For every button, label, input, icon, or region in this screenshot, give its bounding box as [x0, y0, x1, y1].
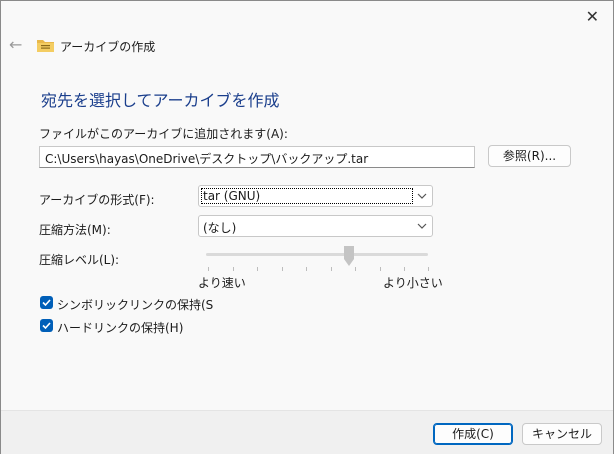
archive-folder-icon	[37, 40, 54, 52]
slider-tick	[428, 267, 429, 271]
compression-level-slider[interactable]	[206, 253, 428, 256]
checkmark-icon	[42, 299, 51, 307]
hardlinks-checkbox[interactable]	[40, 319, 53, 332]
close-icon[interactable]: ✕	[586, 7, 599, 26]
archive-path-label: ファイルがこのアーカイブに追加されます(A):	[39, 127, 288, 141]
chevron-down-icon	[417, 193, 427, 199]
cancel-button[interactable]: キャンセル	[522, 423, 602, 445]
symlinks-checkbox[interactable]	[40, 296, 53, 309]
back-arrow-icon[interactable]: ←	[9, 35, 22, 54]
slider-tick	[282, 267, 283, 271]
slider-tick	[233, 267, 234, 271]
slider-tick	[208, 267, 209, 271]
slider-faster-label: より速い	[198, 276, 246, 290]
archive-format-value: tar (GNU)	[201, 188, 413, 204]
chevron-down-icon	[417, 223, 427, 229]
compression-method-label: 圧縮方法(M):	[39, 223, 111, 237]
page-heading: 宛先を選択してアーカイブを作成	[41, 91, 280, 110]
archive-path-input[interactable]: C:\Users\hayas\OneDrive\デスクトップ\バックアップ.ta…	[39, 146, 475, 168]
hardlinks-label[interactable]: ハードリンクの保持(H)	[57, 319, 183, 336]
compression-level-label: 圧縮レベル(L):	[39, 253, 120, 267]
slider-tick	[380, 267, 381, 271]
window-title: アーカイブの作成	[60, 40, 156, 54]
compression-method-select[interactable]: (なし)	[198, 215, 433, 237]
archive-format-label: アーカイブの形式(F):	[39, 193, 155, 207]
dialog-footer: 作成(C) キャンセル	[1, 410, 613, 454]
slider-tick	[355, 267, 356, 271]
slider-tick	[306, 267, 307, 271]
slider-smaller-label: より小さい	[383, 276, 443, 290]
slider-tick	[257, 267, 258, 271]
compression-level-thumb[interactable]	[344, 246, 354, 266]
slider-tick	[331, 267, 332, 271]
compression-method-value: (なし)	[203, 221, 237, 235]
browse-button[interactable]: 参照(R)...	[488, 145, 571, 167]
create-archive-dialog: ✕ ← アーカイブの作成 宛先を選択してアーカイブを作成 ファイルがこのアーカイ…	[0, 0, 614, 454]
slider-tick	[404, 267, 405, 271]
create-button[interactable]: 作成(C)	[433, 423, 513, 445]
checkmark-icon	[42, 322, 51, 330]
archive-format-select[interactable]: tar (GNU)	[198, 185, 433, 207]
symlinks-label[interactable]: シンボリックリンクの保持(S	[57, 296, 213, 313]
